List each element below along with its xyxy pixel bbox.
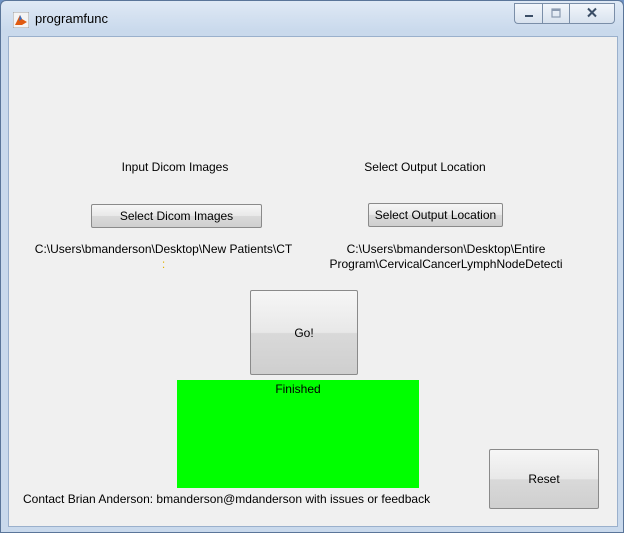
matlab-icon [12,11,30,29]
app-window: programfunc Input Dicom Images Select Di… [0,0,624,533]
output-path-line2: Program\CervicalCancerLymphNodeDetecti [329,257,563,271]
figure-client-area: Input Dicom Images Select Dicom Images C… [8,36,618,527]
reset-button[interactable]: Reset [489,449,599,509]
title-bar[interactable]: programfunc [1,1,623,37]
minimize-button[interactable] [514,3,542,24]
go-button[interactable]: Go! [250,290,358,375]
contact-text: Contact Brian Anderson: bmanderson@mdand… [23,492,431,506]
input-path-text: C:\Users\bmanderson\Desktop\New Patients… [11,242,316,272]
maximize-button[interactable] [542,3,569,24]
select-dicom-images-button[interactable]: Select Dicom Images [91,204,262,228]
output-path-text: C:\Users\bmanderson\Desktop\Entire Progr… [321,242,571,272]
window-title: programfunc [35,11,108,26]
status-panel: Finished [177,380,419,488]
close-button[interactable] [569,3,615,24]
maximize-icon [551,5,561,23]
input-dicom-label: Input Dicom Images [121,160,229,174]
output-path-line1: C:\Users\bmanderson\Desktop\Entire [346,242,546,256]
minimize-icon [524,5,534,23]
caption-buttons [514,3,615,25]
output-location-label: Select Output Location [364,160,486,174]
close-icon [586,5,598,23]
input-path-line: C:\Users\bmanderson\Desktop\New Patients… [34,242,293,256]
input-path-extra: : [161,257,166,271]
select-output-location-button[interactable]: Select Output Location [368,203,503,227]
status-text: Finished [275,382,321,396]
